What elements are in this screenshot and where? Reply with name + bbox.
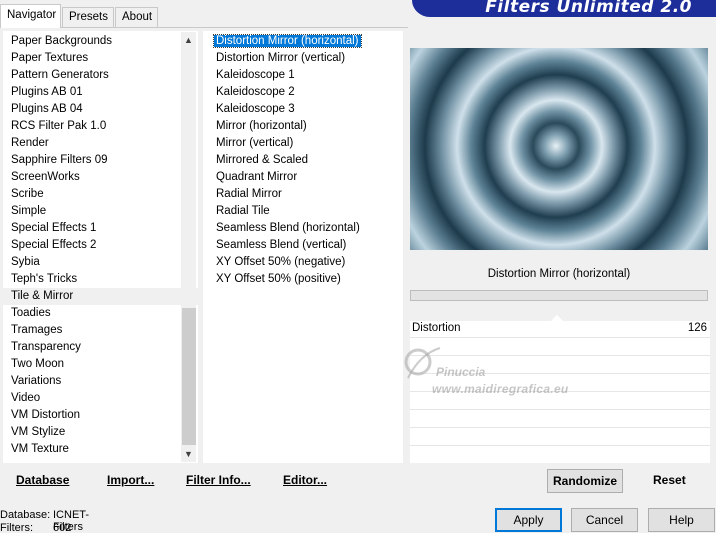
category-item[interactable]: Special Effects 2 bbox=[3, 237, 198, 254]
category-item[interactable]: Video bbox=[3, 390, 198, 407]
reset-button[interactable]: Reset bbox=[653, 473, 686, 487]
tab-presets[interactable]: Presets bbox=[62, 7, 114, 27]
editor-button[interactable]: Editor... bbox=[283, 473, 327, 487]
filter-item-label: Radial Mirror bbox=[216, 188, 282, 200]
category-item[interactable]: VM Distortion bbox=[3, 407, 198, 424]
category-item[interactable]: ScreenWorks bbox=[3, 169, 198, 186]
parameter-value: 126 bbox=[687, 322, 707, 334]
filter-item[interactable]: Mirrored & Scaled bbox=[211, 152, 403, 169]
filter-item-label: Mirror (vertical) bbox=[216, 137, 294, 149]
category-item[interactable]: RCS Filter Pak 1.0 bbox=[3, 118, 198, 135]
filter-item-label: Radial Tile bbox=[216, 205, 270, 217]
filter-item[interactable]: Mirror (horizontal) bbox=[211, 118, 403, 135]
tab-about[interactable]: About bbox=[115, 7, 158, 27]
category-item[interactable]: Sapphire Filters 09 bbox=[3, 152, 198, 169]
parameter-label: Distortion bbox=[412, 322, 461, 334]
filter-item[interactable]: Kaleidoscope 2 bbox=[211, 84, 403, 101]
parameter-slider-track[interactable] bbox=[410, 290, 708, 301]
filter-item[interactable]: Kaleidoscope 3 bbox=[211, 101, 403, 118]
filter-item[interactable]: Seamless Blend (vertical) bbox=[211, 237, 403, 254]
category-item[interactable]: Render bbox=[3, 135, 198, 152]
apply-button[interactable]: Apply bbox=[495, 508, 562, 532]
filter-item[interactable]: Radial Mirror bbox=[211, 186, 403, 203]
filter-item-label: XY Offset 50% (negative) bbox=[216, 256, 346, 268]
category-item[interactable]: Teph's Tricks bbox=[3, 271, 198, 288]
filter-item-label: Kaleidoscope 2 bbox=[216, 86, 295, 98]
category-item[interactable]: Tile & Mirror bbox=[3, 288, 198, 305]
randomize-button[interactable]: Randomize bbox=[547, 469, 623, 493]
filter-item[interactable]: Distortion Mirror (vertical) bbox=[211, 50, 403, 67]
parameter-row bbox=[410, 375, 710, 392]
filter-list-panel: Distortion Mirror (horizontal) Distortion… bbox=[203, 31, 403, 463]
filter-item-label: Kaleidoscope 3 bbox=[216, 103, 295, 115]
category-item[interactable]: Special Effects 1 bbox=[3, 220, 198, 237]
filter-info-button[interactable]: Filter Info... bbox=[186, 473, 251, 487]
filter-item-label: Mirrored & Scaled bbox=[216, 154, 309, 166]
category-item[interactable]: Variations bbox=[3, 373, 198, 390]
category-item[interactable]: Scribe bbox=[3, 186, 198, 203]
scroll-down-arrow-icon[interactable]: ▼ bbox=[181, 446, 196, 462]
filter-item-label: Seamless Blend (horizontal) bbox=[216, 222, 360, 234]
parameter-row bbox=[410, 339, 710, 356]
banner-title: Filters Unlimited 2.0 bbox=[485, 0, 692, 17]
parameter-row bbox=[410, 357, 710, 374]
filter-item[interactable]: Radial Tile bbox=[211, 203, 403, 220]
category-item[interactable]: Sybia bbox=[3, 254, 198, 271]
category-item[interactable]: Plugins AB 01 bbox=[3, 84, 198, 101]
filter-item-label: Mirror (horizontal) bbox=[216, 120, 307, 132]
category-list-panel: Paper Backgrounds Paper Textures Pattern G… bbox=[3, 31, 198, 463]
filter-item-label: Distortion Mirror (horizontal) bbox=[213, 34, 362, 48]
help-button[interactable]: Help bbox=[648, 508, 715, 532]
filter-item-label: Seamless Blend (vertical) bbox=[216, 239, 347, 251]
database-button[interactable]: Database bbox=[16, 473, 69, 487]
filter-item[interactable]: Seamless Blend (horizontal) bbox=[211, 220, 403, 237]
filter-item[interactable]: Kaleidoscope 1 bbox=[211, 67, 403, 84]
filter-list: Distortion Mirror (horizontal) Distortion… bbox=[211, 33, 403, 288]
category-item[interactable]: Two Moon bbox=[3, 356, 198, 373]
filter-item-label: XY Offset 50% (positive) bbox=[216, 273, 341, 285]
parameter-row bbox=[410, 411, 710, 428]
filters-label: Filters: bbox=[0, 522, 33, 533]
category-item[interactable]: Toadies bbox=[3, 305, 198, 322]
slider-marker-icon bbox=[551, 315, 563, 321]
category-item[interactable]: VM Stylize bbox=[3, 424, 198, 441]
filter-item[interactable]: Quadrant Mirror bbox=[211, 169, 403, 186]
filter-item[interactable]: Mirror (vertical) bbox=[211, 135, 403, 152]
filter-item-label: Distortion Mirror (vertical) bbox=[216, 52, 346, 64]
scroll-up-arrow-icon[interactable]: ▲ bbox=[181, 32, 196, 48]
filters-count-status: Filters: 602 bbox=[0, 522, 71, 533]
parameter-row-distortion[interactable]: Distortion 126 bbox=[410, 321, 710, 338]
filter-item[interactable]: XY Offset 50% (positive) bbox=[211, 271, 403, 288]
category-item[interactable]: Transparency bbox=[3, 339, 198, 356]
tab-navigator[interactable]: Navigator bbox=[0, 4, 61, 28]
parameter-list: Distortion 126 bbox=[410, 315, 710, 463]
parameter-row bbox=[410, 393, 710, 410]
category-item[interactable]: Simple bbox=[3, 203, 198, 220]
category-list: Paper Backgrounds Paper Textures Pattern G… bbox=[3, 33, 198, 458]
category-item[interactable]: Paper Backgrounds bbox=[3, 33, 198, 50]
filter-item-label: Quadrant Mirror bbox=[216, 171, 298, 183]
category-item[interactable]: Tramages bbox=[3, 322, 198, 339]
database-status: Database: ICNET-Filters bbox=[0, 509, 89, 533]
import-button[interactable]: Import... bbox=[107, 473, 154, 487]
tab-divider bbox=[0, 27, 408, 28]
parameter-row bbox=[410, 429, 710, 446]
filter-item-label: Kaleidoscope 1 bbox=[216, 69, 295, 81]
cancel-button[interactable]: Cancel bbox=[571, 508, 638, 532]
category-item[interactable]: Plugins AB 04 bbox=[3, 101, 198, 118]
header-banner: Filters Unlimited 2.0 bbox=[412, 0, 716, 17]
database-label: Database: bbox=[0, 509, 51, 521]
filter-preview-image bbox=[410, 48, 708, 250]
category-scrollbar[interactable]: ▲ ▼ bbox=[181, 32, 196, 462]
category-item[interactable]: VM Texture bbox=[3, 441, 198, 458]
category-item[interactable]: Paper Textures bbox=[3, 50, 198, 67]
parameter-filter-title: Distortion Mirror (horizontal) bbox=[487, 268, 631, 280]
filter-item[interactable]: Distortion Mirror (horizontal) bbox=[211, 33, 403, 50]
filter-item[interactable]: XY Offset 50% (negative) bbox=[211, 254, 403, 271]
filters-count-value: 602 bbox=[53, 522, 72, 533]
scroll-thumb[interactable] bbox=[182, 308, 196, 445]
category-item[interactable]: Pattern Generators bbox=[3, 67, 198, 84]
